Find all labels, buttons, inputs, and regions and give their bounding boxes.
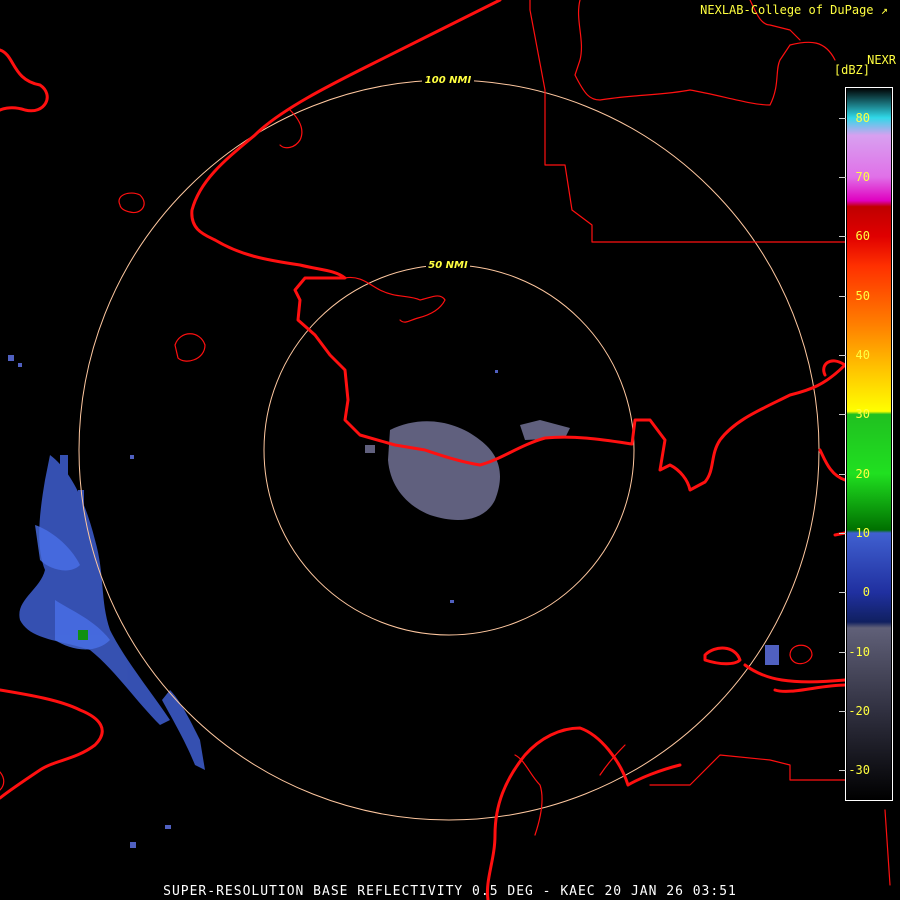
color-scale-tick-mark (839, 711, 846, 712)
color-scale-tick-label: -30 (848, 763, 870, 778)
color-scale-tick-label: 20 (855, 466, 870, 481)
color-scale-tick-mark (839, 117, 846, 119)
product-label: NEXR (867, 53, 896, 67)
range-ring-label-100: 100 NMI (425, 75, 472, 86)
color-scale-tick-mark (839, 295, 846, 297)
range-ring-label-50: 50 NMI (428, 260, 468, 271)
color-scale-fill (847, 88, 891, 800)
echo-green-cell (78, 630, 88, 640)
echo-region-west (19, 455, 205, 770)
color-scale-tick-label: 30 (855, 407, 870, 422)
ring-labels: 100 NMI 50 NMI (422, 73, 474, 271)
color-scale-tick-label: 0 (862, 585, 870, 600)
color-scale-tick-mark (839, 177, 846, 178)
color-scale-bar (845, 87, 893, 801)
color-scale-tick-label: 60 (855, 229, 870, 244)
color-scale-tick-mark (839, 770, 846, 772)
external-link-icon: ↗ (880, 3, 888, 17)
color-scale-tick-label: 40 (855, 348, 870, 362)
color-scale-tick-mark (839, 592, 846, 594)
color-scale-tick-mark (839, 355, 846, 356)
reflectivity-echoes (8, 355, 779, 848)
color-scale-gradient (847, 88, 891, 800)
color-scale-tick-label: 50 (855, 288, 870, 303)
color-scale-tick-label: -20 (848, 704, 870, 718)
color-scale-tick-mark (839, 533, 846, 534)
color-scale-tick-mark (839, 414, 846, 416)
units-label: [dBZ] (833, 63, 870, 77)
color-scale-tick-label: 10 (855, 526, 870, 540)
color-scale-tick-mark (839, 473, 846, 475)
color-scale-tick-label: -10 (848, 644, 870, 659)
color-scale-tick-mark (839, 651, 846, 653)
color-scale-tick-label: 80 (855, 110, 870, 125)
color-scale-tick-label: 70 (855, 170, 870, 184)
echo-clutter-center (365, 420, 570, 520)
color-scale-tick-mark (839, 236, 846, 238)
credit-label[interactable]: NEXLAB-College of DuPage ↗ (700, 3, 888, 17)
coastline (0, 0, 847, 900)
radar-map: 100 NMI 50 NMI (0, 0, 891, 900)
product-caption: SUPER-RESOLUTION BASE REFLECTIVITY 0.5 D… (163, 884, 737, 899)
credit-text: NEXLAB-College of DuPage (700, 3, 874, 17)
